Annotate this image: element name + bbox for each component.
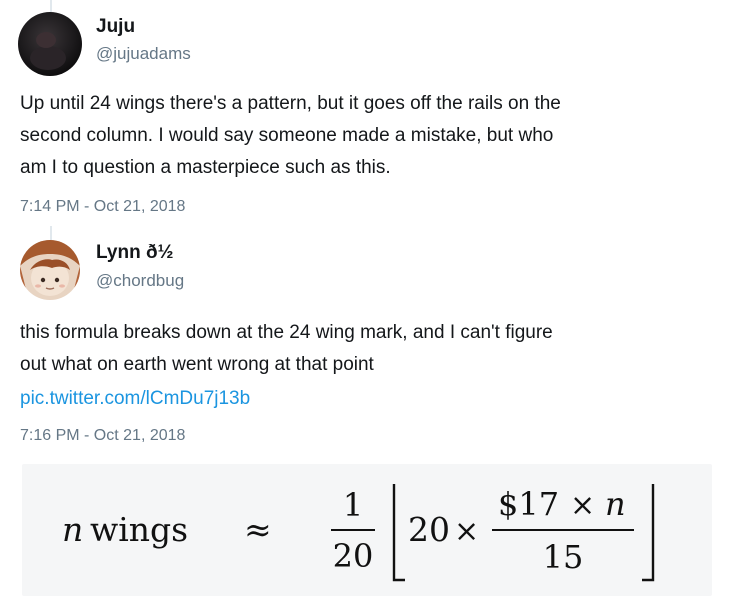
avatar-juju[interactable] — [18, 12, 82, 76]
formula-frac2-denominator: 15 — [543, 538, 584, 576]
formula-frac2-dollar: $17 — [498, 485, 559, 523]
formula-approx: ≈ — [244, 510, 272, 549]
tweet-text-line: Up until 24 wings there's a pattern, but… — [20, 93, 561, 114]
formula-image[interactable]: n wings ≈ 1 20 20 × $17 × n 15 — [22, 464, 712, 596]
formula-lhs-word: wings — [90, 510, 188, 549]
tweet-text-line: am I to question a masterpiece such as t… — [20, 157, 391, 178]
formula-frac1-denominator: 20 — [333, 537, 374, 575]
tweet-text-line: second column. I would say someone made … — [20, 125, 554, 146]
formula-times: × — [454, 514, 479, 549]
author-handle[interactable]: @jujuadams — [96, 44, 191, 64]
formula-left-floor-bracket — [392, 484, 405, 582]
tweet-thread: Juju @jujuadams Up until 24 wings there'… — [0, 0, 732, 606]
avatar-lynn-image — [20, 240, 80, 300]
author-name[interactable]: Lynn ð½ — [96, 242, 173, 264]
tweet-timestamp[interactable]: 7:14 PM - Oct 21, 2018 — [20, 198, 185, 216]
author-handle[interactable]: @chordbug — [96, 271, 184, 291]
formula-lhs-var: n — [62, 510, 83, 549]
formula-frac1-numerator: 1 — [343, 486, 363, 524]
avatar-juju-image — [18, 12, 82, 76]
formula-frac2-times: × — [570, 488, 595, 523]
avatar-lynn[interactable] — [20, 240, 80, 300]
tweet-text-line: this formula breaks down at the 24 wing … — [20, 322, 553, 343]
thread-line-top — [50, 0, 52, 12]
formula-svg: n wings ≈ 1 20 20 × $17 × n 15 — [62, 484, 655, 582]
formula-frac2-var: n — [605, 485, 626, 523]
tweet-text-line: out what on earth went wrong at that poi… — [20, 354, 374, 375]
formula-right-floor-bracket — [642, 484, 655, 582]
formula-multiplier: 20 — [408, 510, 450, 549]
tweet-media-link[interactable]: pic.twitter.com/lCmDu7j13b — [20, 388, 250, 410]
author-name[interactable]: Juju — [96, 16, 135, 38]
thread-line-mid — [50, 226, 52, 240]
tweet-timestamp[interactable]: 7:16 PM - Oct 21, 2018 — [20, 427, 185, 445]
